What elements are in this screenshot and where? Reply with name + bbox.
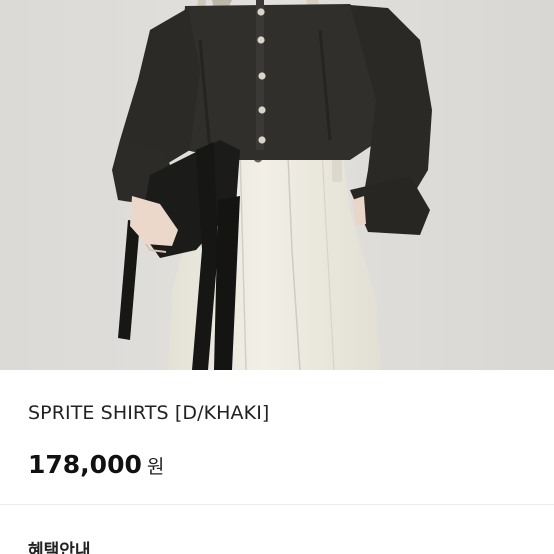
product-info-section: SPRITE SHIRTS [D/KHAKI] 178,000 원 혜택안내 [0, 370, 554, 554]
product-detail-page: SPRITE SHIRTS [D/KHAKI] 178,000 원 혜택안내 [0, 0, 554, 554]
product-price: 178,000 원 [28, 450, 164, 479]
product-photo-illustration [0, 0, 554, 370]
product-image[interactable] [0, 0, 554, 370]
benefits-heading[interactable]: 혜택안내 [28, 536, 91, 554]
section-divider [0, 504, 554, 505]
price-amount: 178,000 [28, 450, 142, 479]
price-currency: 원 [146, 456, 165, 478]
product-title: SPRITE SHIRTS [D/KHAKI] [28, 402, 270, 424]
